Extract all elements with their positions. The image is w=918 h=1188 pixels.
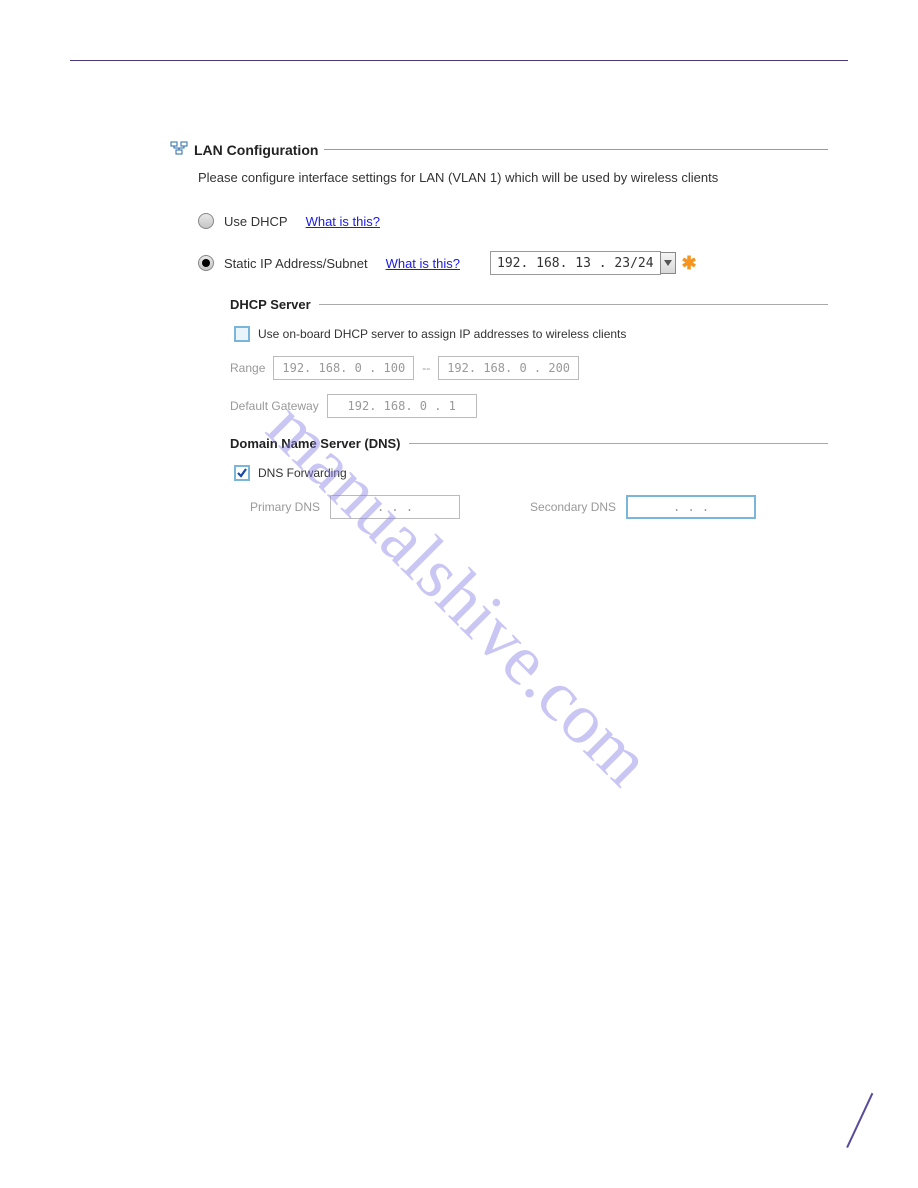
static-ip-field-group: 192. 168. 13 . 23 / 24 ✱ xyxy=(490,251,697,275)
required-star-icon: ✱ xyxy=(682,253,697,274)
static-ip-radio[interactable] xyxy=(198,255,214,271)
section-rule xyxy=(324,149,828,150)
use-dhcp-row: Use DHCP What is this? xyxy=(170,213,828,229)
use-dhcp-label: Use DHCP xyxy=(224,214,288,229)
lan-icon xyxy=(170,141,188,158)
subnet-dropdown[interactable] xyxy=(660,252,676,274)
dhcp-server-header: DHCP Server xyxy=(230,297,828,312)
range-to-input[interactable]: 192. 168. 0 . 200 xyxy=(438,356,579,380)
static-ip-input[interactable]: 192. 168. 13 . 23 / 24 xyxy=(490,251,661,275)
range-label: Range xyxy=(230,361,265,375)
static-ip-value: 192. 168. 13 . 23 xyxy=(497,256,630,271)
dns-forwarding-checkbox[interactable] xyxy=(234,465,250,481)
dns-forwarding-row: DNS Forwarding xyxy=(230,465,828,481)
static-ip-help-link[interactable]: What is this? xyxy=(386,256,460,271)
footer-decoration xyxy=(798,1098,848,1148)
dns-forwarding-label: DNS Forwarding xyxy=(258,466,347,480)
dhcp-onboard-checkbox[interactable] xyxy=(234,326,250,342)
use-dhcp-help-link[interactable]: What is this? xyxy=(306,214,380,229)
primary-dns-input[interactable]: . . . xyxy=(330,495,460,519)
static-ip-row: Static IP Address/Subnet What is this? 1… xyxy=(170,251,828,275)
dns-inputs-row: Primary DNS . . . Secondary DNS . . . xyxy=(230,495,828,519)
dns-title: Domain Name Server (DNS) xyxy=(230,436,401,451)
dhcp-server-rule xyxy=(319,304,828,305)
static-ip-slash: / xyxy=(630,256,638,271)
dhcp-server-title: DHCP Server xyxy=(230,297,311,312)
range-dash: -- xyxy=(422,361,430,375)
dhcp-onboard-label: Use on-board DHCP server to assign IP ad… xyxy=(258,327,626,341)
top-divider xyxy=(70,60,848,61)
range-from-input[interactable]: 192. 168. 0 . 100 xyxy=(273,356,414,380)
secondary-dns-label: Secondary DNS xyxy=(530,500,616,514)
primary-dns-label: Primary DNS xyxy=(250,500,320,514)
static-subnet-value: 24 xyxy=(638,256,654,271)
section-intro: Please configure interface settings for … xyxy=(170,170,828,185)
static-ip-label: Static IP Address/Subnet xyxy=(224,256,368,271)
dhcp-range-row: Range 192. 168. 0 . 100 -- 192. 168. 0 .… xyxy=(230,356,828,380)
lan-config-panel: LAN Configuration Please configure inter… xyxy=(70,141,848,519)
use-dhcp-radio[interactable] xyxy=(198,213,214,229)
dhcp-server-section: DHCP Server Use on-board DHCP server to … xyxy=(170,297,828,519)
secondary-dns-input[interactable]: . . . xyxy=(626,495,756,519)
gateway-input[interactable]: 192. 168. 0 . 1 xyxy=(327,394,477,418)
dhcp-checkbox-row: Use on-board DHCP server to assign IP ad… xyxy=(230,326,828,342)
dns-rule xyxy=(409,443,829,444)
section-header: LAN Configuration xyxy=(170,141,828,158)
dns-header: Domain Name Server (DNS) xyxy=(230,436,828,451)
section-title: LAN Configuration xyxy=(194,142,318,158)
gateway-row: Default Gateway 192. 168. 0 . 1 xyxy=(230,394,828,418)
gateway-label: Default Gateway xyxy=(230,399,319,413)
